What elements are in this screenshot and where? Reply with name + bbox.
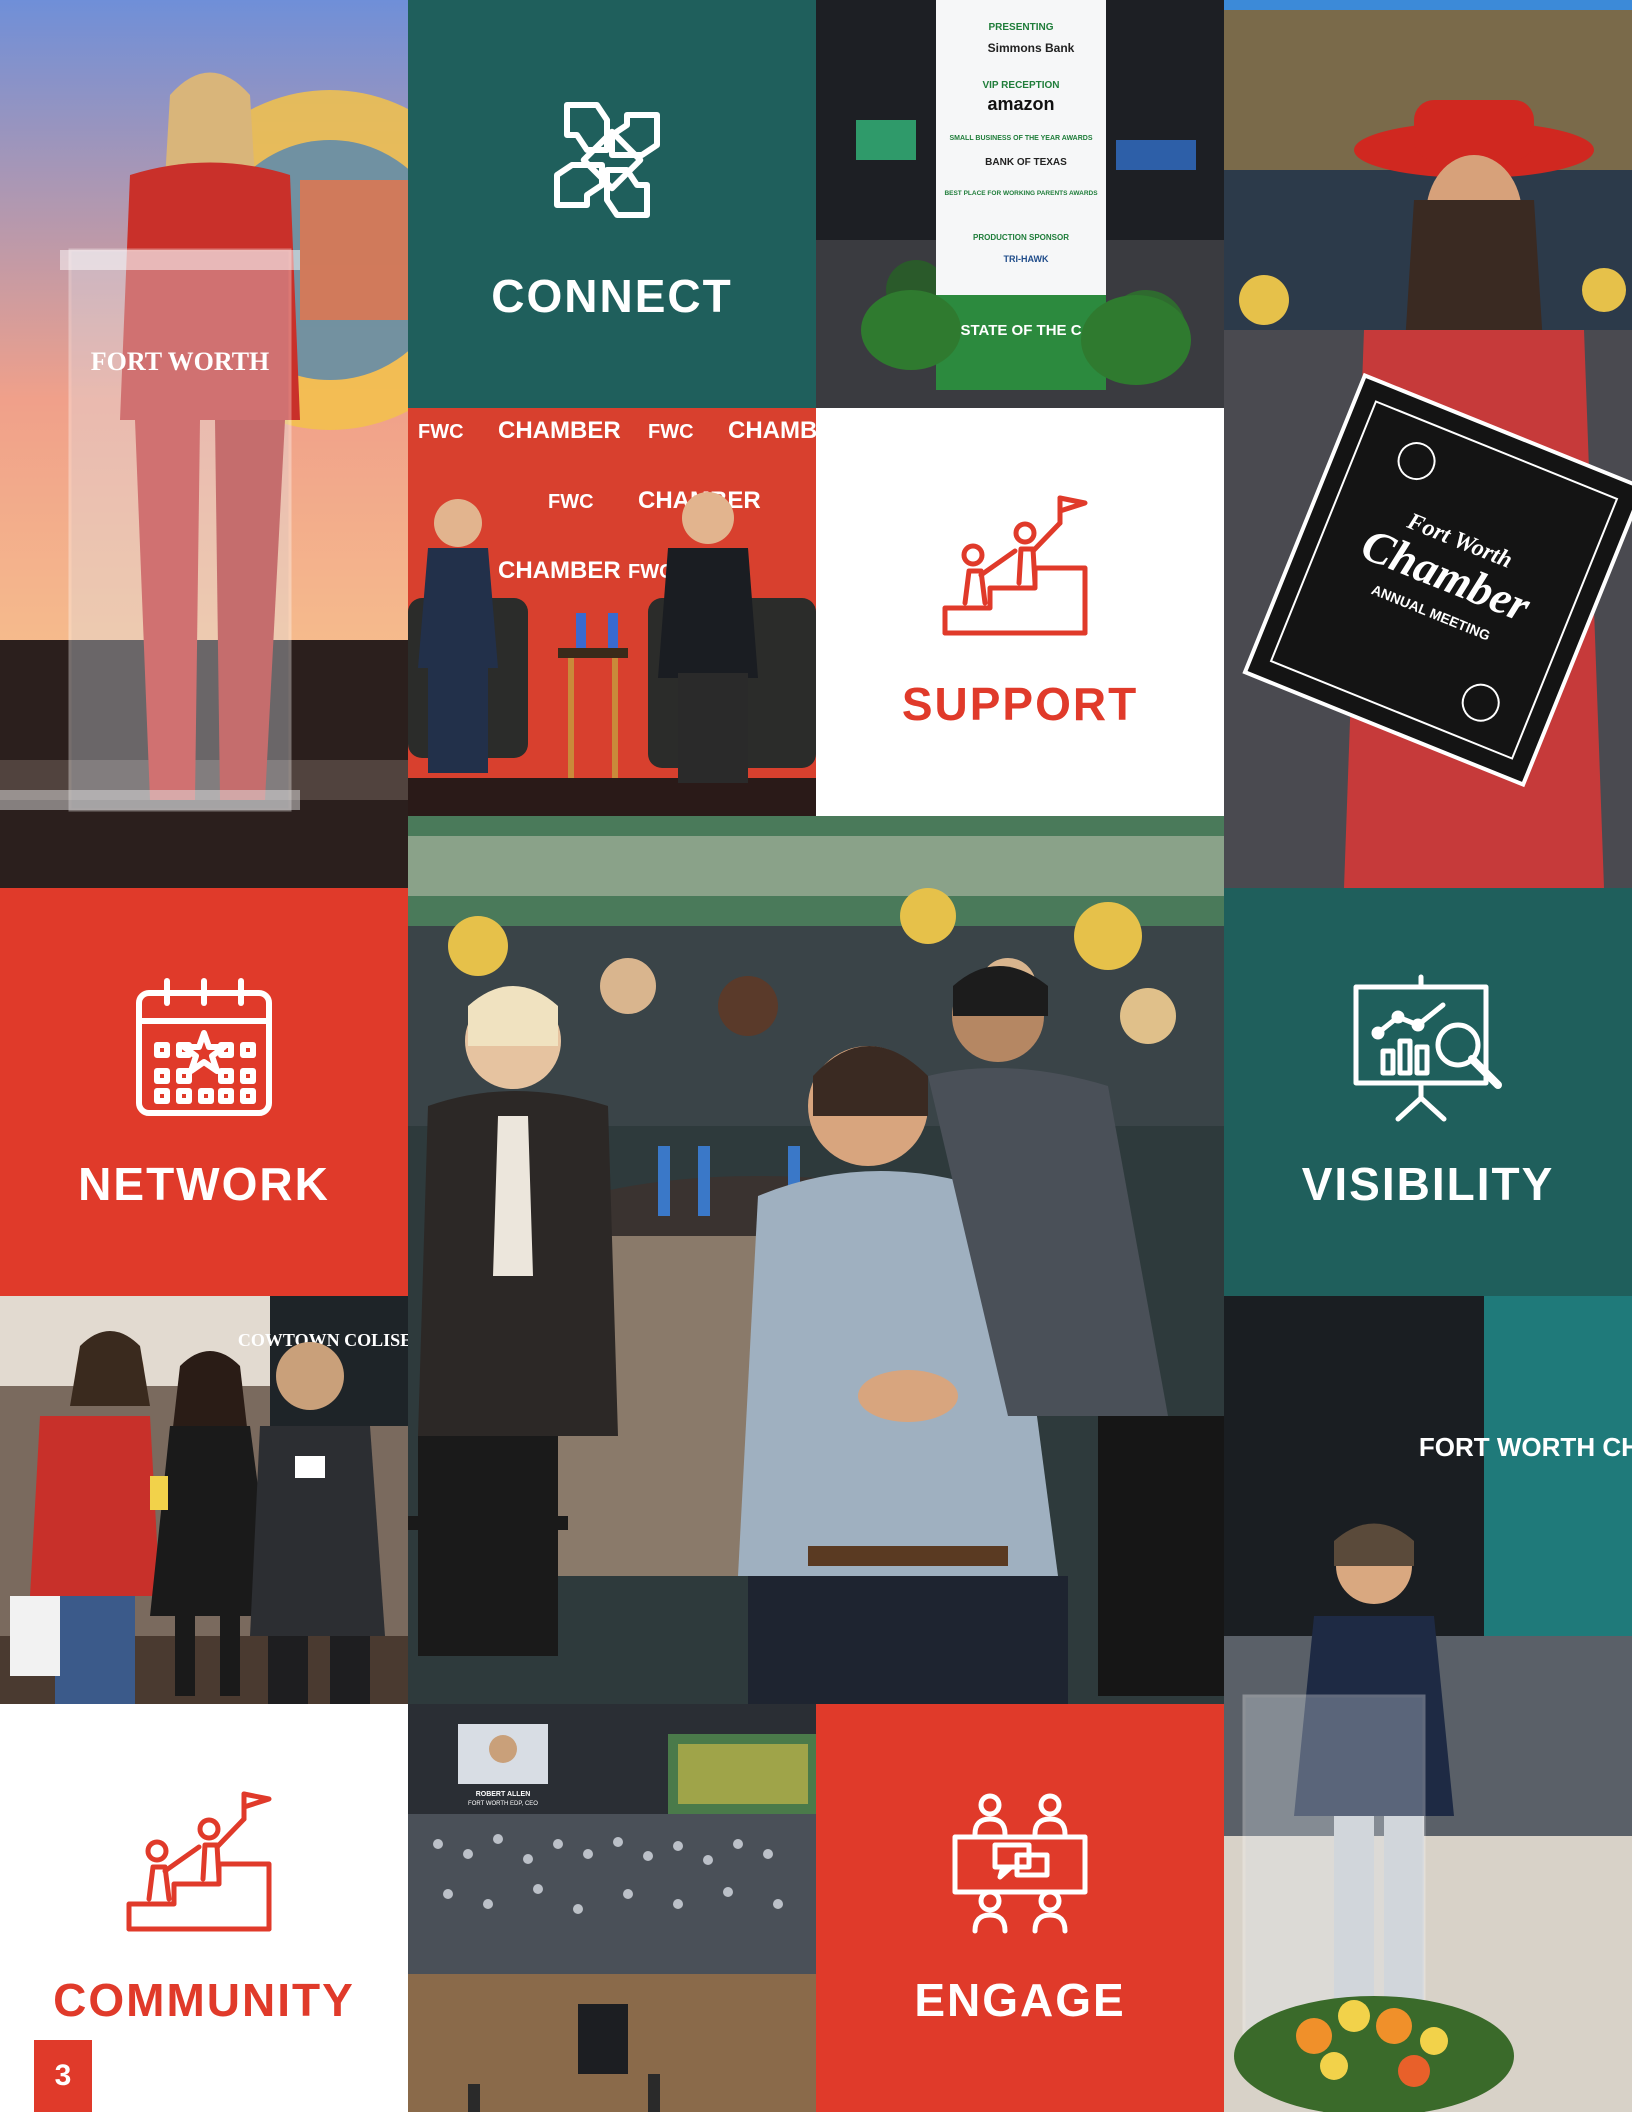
podium-brand-text: FORT WORTH <box>91 347 270 376</box>
sign-small-business: SMALL BUSINESS OF THE YEAR AWARDS <box>950 135 1093 142</box>
sign-simmons: Simmons Bank <box>988 41 1075 55</box>
backdrop-fwc-3: FWC <box>548 491 594 513</box>
sign-amazon: amazon <box>987 94 1054 114</box>
photo-speaker-podium-screen: FORT WORTH CHAMB <box>1224 1296 1632 2112</box>
backdrop-chamber-1: CHAMBER <box>498 417 621 444</box>
network-tile: NETWORK <box>0 888 408 1296</box>
arena-caption-name: ROBERT ALLEN <box>476 1791 531 1798</box>
helping-climb-icon <box>935 493 1105 643</box>
engage-tile: ENGAGE <box>816 1704 1224 2112</box>
page-number: 3 <box>34 2040 92 2112</box>
network-label: NETWORK <box>78 1158 330 1210</box>
sign-vip: VIP RECEPTION <box>982 80 1059 91</box>
backdrop-chamber-4: CHAMBER <box>498 557 621 584</box>
screen-brand-text: FORT WORTH CHAMB <box>1419 1432 1632 1462</box>
calendar-star-icon <box>129 973 279 1123</box>
sign-trihawk: TRI-HAWK <box>1004 254 1049 264</box>
photo-woman-red-hat-bandana: Fort Worth Chamber ANNUAL MEETING <box>1224 0 1632 888</box>
sign-production: PRODUCTION SPONSOR <box>973 233 1069 242</box>
photo-audience-applause <box>408 816 1224 1704</box>
backdrop-chamber-2: CHAMBER <box>728 417 816 444</box>
sign-presenting: PRESENTING <box>988 22 1053 33</box>
photo-speaker-red-suit: FORT WORTH <box>0 0 408 888</box>
arena-caption-title: FORT WORTH EDP, CEO <box>468 1801 538 1807</box>
sign-state: STATE OF THE C <box>960 322 1081 339</box>
hands-circle-icon <box>537 85 687 235</box>
connect-label: CONNECT <box>491 270 733 322</box>
visibility-label: VISIBILITY <box>1301 1158 1555 1210</box>
support-label: SUPPORT <box>901 678 1139 730</box>
sign-bank-texas: BANK OF TEXAS <box>985 157 1067 168</box>
community-label: COMMUNITY <box>53 1974 355 2026</box>
photo-stage-interview: FWC CHAMBER FWC CHAMBER FWC CHAMBER CHAM… <box>408 408 816 816</box>
support-tile: SUPPORT <box>816 408 1224 816</box>
visibility-tile: VISIBILITY <box>1224 888 1632 1296</box>
presentation-magnifier-icon <box>1348 973 1508 1123</box>
sign-working-parents: BEST PLACE FOR WORKING PARENTS AWARDS <box>944 190 1098 197</box>
photo-sponsor-sign: PRESENTING Simmons Bank VIP RECEPTION am… <box>816 0 1224 408</box>
community-climb-icon <box>119 1789 289 1939</box>
meeting-group-icon <box>945 1789 1095 1939</box>
photo-cowtown-group: COWTOWN COLISEUM <box>0 1296 408 1704</box>
backdrop-fwc-2: FWC <box>648 421 694 443</box>
photo-arena-audience: ROBERT ALLEN FORT WORTH EDP, CEO <box>408 1704 816 2112</box>
backdrop-fwc-1: FWC <box>418 421 464 443</box>
connect-tile: CONNECT <box>408 0 816 408</box>
engage-label: ENGAGE <box>914 1974 1126 2026</box>
